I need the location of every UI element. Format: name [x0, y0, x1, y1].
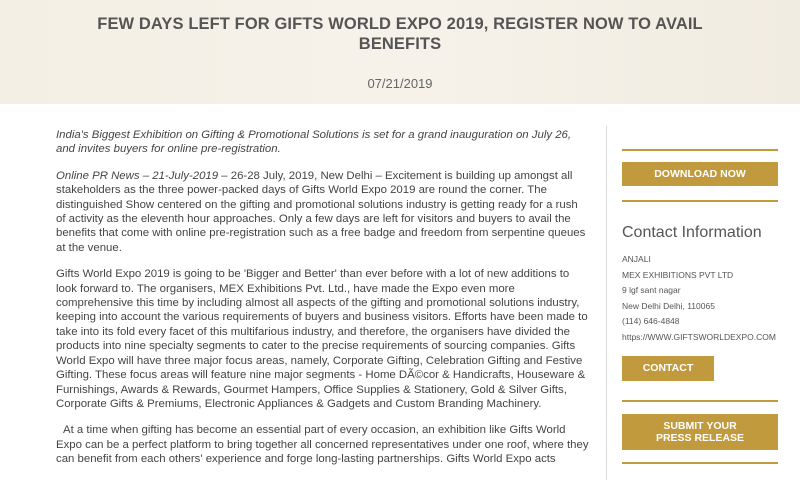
article-lead: India's Biggest Exhibition on Gifting & … [56, 129, 572, 156]
contact-title: Contact Information [622, 224, 762, 241]
contact-website[interactable]: https://WWW.GIFTSWORLDEXPO.COM [622, 330, 776, 346]
article-paragraph-1: Online PR News – 21-July-2019 – 26-28 Ju… [56, 169, 590, 255]
contact-button[interactable]: CONTACT [622, 356, 714, 381]
submit-press-release-button[interactable]: SUBMIT YOUR PRESS RELEASE [622, 414, 778, 450]
sidebar-divider [622, 462, 778, 464]
article-paragraph-2: Gifts World Expo 2019 is going to be 'Bi… [56, 268, 588, 410]
submit-line-1: SUBMIT YOUR [663, 420, 737, 432]
column-divider [606, 126, 607, 480]
dateline: Online PR News – 21-July-2019 – [56, 169, 228, 182]
contact-company: MEX EXHIBITIONS PVT LTD [622, 269, 734, 280]
sidebar-divider [622, 200, 778, 202]
page-title: FEW DAYS LEFT FOR GIFTS WORLD EXPO 2019,… [97, 15, 703, 53]
contact-address: 9 lgf sant nagar [622, 285, 681, 296]
contact-city: New Delhi Delhi, 110065 [622, 300, 715, 311]
sidebar-divider [622, 149, 778, 151]
contact-details: ANJALI MEX EXHIBITIONS PVT LTD 9 lgf san… [622, 252, 776, 346]
submit-line-2: PRESS RELEASE [655, 432, 745, 444]
contact-name: ANJALI [622, 254, 651, 264]
paragraph-1-text: 26-28 July, 2019, New Delhi – Excitement… [56, 169, 586, 254]
download-button[interactable]: DOWNLOAD NOW [622, 162, 778, 186]
page-header: FEW DAYS LEFT FOR GIFTS WORLD EXPO 2019,… [0, 0, 800, 104]
release-date: 07/21/2019 [367, 76, 433, 91]
sidebar-divider [622, 400, 778, 402]
article-paragraph-3: At a time when gifting has become an ess… [56, 424, 589, 466]
article-body: India's Biggest Exhibition on Gifting & … [56, 128, 590, 479]
contact-phone: (114) 646-4848 [622, 316, 680, 327]
